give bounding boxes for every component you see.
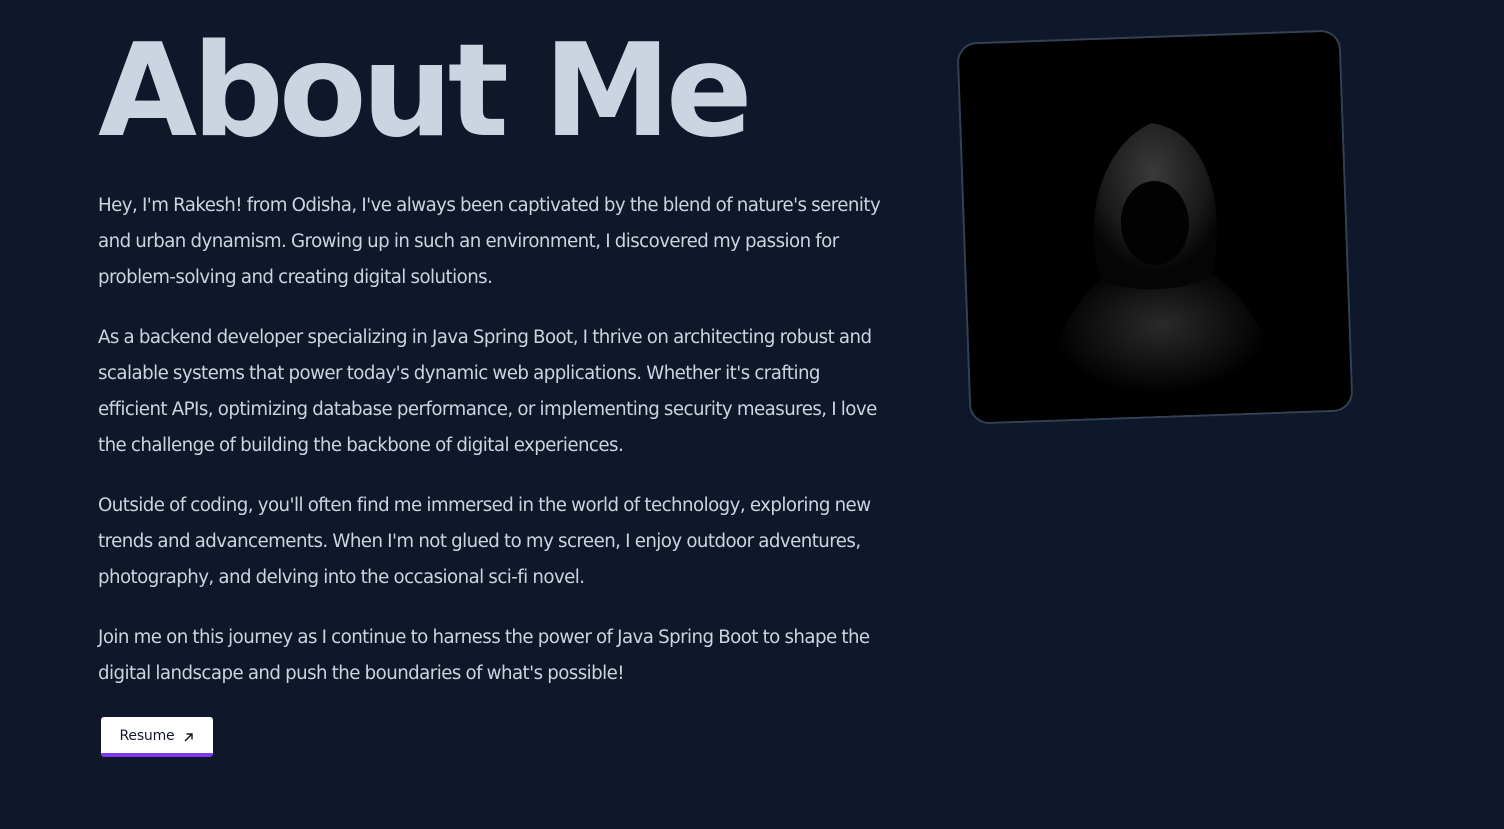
about-paragraph-1: Hey, I'm Rakesh! from Odisha, I've alway… — [98, 195, 881, 288]
resume-button-label: Resume — [119, 728, 175, 744]
page-title: About Me — [98, 17, 753, 166]
arrow-up-right-icon — [183, 731, 194, 742]
about-paragraph-3: Outside of coding, you'll often find me … — [98, 495, 871, 588]
about-content: Hey, I'm Rakesh! from Odisha, I've alway… — [98, 188, 888, 716]
about-paragraph-2: As a backend developer specializing in J… — [98, 327, 877, 456]
about-paragraph-4: Join me on this journey as I continue to… — [98, 627, 870, 684]
resume-button[interactable]: Resume — [101, 717, 213, 757]
profile-photo — [956, 29, 1354, 425]
